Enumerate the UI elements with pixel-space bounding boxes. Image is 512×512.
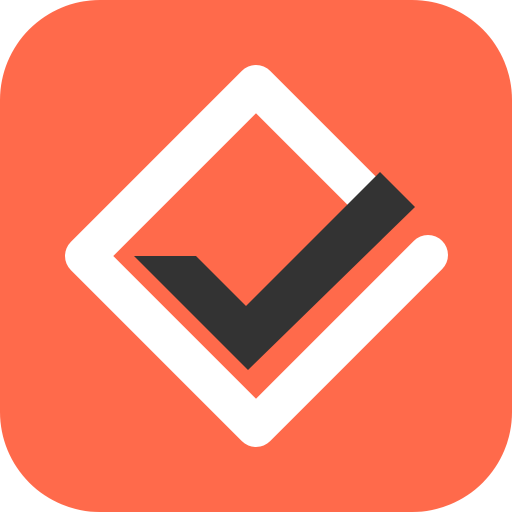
app-icon-canvas xyxy=(0,0,512,512)
checkmark-diamond-logo-icon xyxy=(0,0,512,512)
